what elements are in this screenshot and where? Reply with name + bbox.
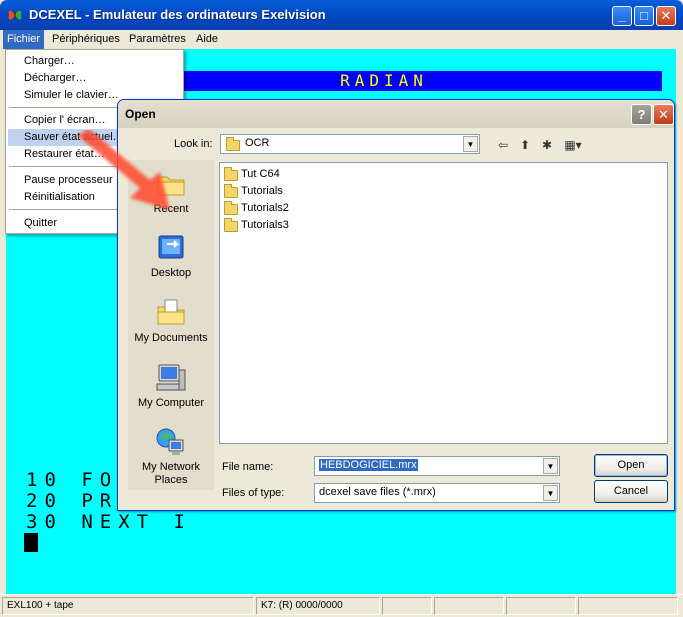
new-folder-icon[interactable]: ✱ [538,136,556,154]
file-name-value-wrap: HEBDOGICIEL.mrx [319,459,418,471]
place-my-documents[interactable]: My Documents [128,297,214,345]
menu-aide[interactable]: Aide [192,30,222,49]
files-of-type-combo[interactable]: dcexel save files (*.mrx) ▼ [314,483,560,503]
open-dialog: Open ? ✕ Look in: OCR ▼ ⇦ ⬆ ✱ ▦▾ Recent [117,99,675,511]
folder-icon [226,137,240,151]
file-name: Tut C64 [241,168,280,180]
folder-icon [224,201,238,215]
menu-fichier[interactable]: Fichier [3,30,45,49]
close-button[interactable]: ✕ [656,6,676,26]
look-in-label: Look in: [174,138,213,150]
file-name: Tutorials [241,185,283,197]
files-of-type-value: dcexel save files (*.mrx) [319,486,436,498]
dialog-title: Open [125,107,156,121]
desktop-icon [155,232,187,264]
status-cell-6 [578,597,678,615]
menu-peripheriques[interactable]: Périphériques [48,30,124,49]
recent-folder-icon [155,168,187,200]
dialog-title-bar[interactable]: Open ? ✕ [118,100,674,128]
open-button[interactable]: Open [594,454,668,477]
title-bar[interactable]: DCEXEL - Emulateur des ordinateurs Exelv… [0,0,683,30]
maximize-button[interactable]: □ [634,6,654,26]
file-name-combo[interactable]: HEBDOGICIEL.mrx ▼ [314,456,560,476]
my-network-places-icon [155,426,187,458]
place-desktop[interactable]: Desktop [128,232,214,280]
window-title: DCEXEL - Emulateur des ordinateurs Exelv… [29,7,326,22]
dialog-close-button[interactable]: ✕ [653,104,674,125]
folder-icon [224,184,238,198]
look-in-value: OCR [245,137,270,149]
status-cell-3 [382,597,432,615]
banner-text: RADIAN [340,71,428,90]
folder-icon [224,218,238,232]
place-my-computer[interactable]: My Computer [128,362,214,410]
file-list[interactable]: Tut C64 Tutorials Tutorials2 Tutorials3 [219,162,668,444]
my-documents-icon [155,297,187,329]
file-name-label: File name: [222,461,274,473]
dialog-help-button[interactable]: ? [631,104,652,125]
menu-parametres[interactable]: Paramètres [125,30,190,49]
app-butterfly-icon [8,10,22,20]
chevron-down-icon[interactable]: ▼ [463,136,478,152]
status-k7: K7: (R) 0000/0000 [256,597,380,615]
menu-item-decharger[interactable]: Décharger… [8,70,181,87]
place-my-documents-label: My Documents [134,332,208,344]
main-window: DCEXEL - Emulateur des ordinateurs Exelv… [0,0,683,617]
folder-icon [224,167,238,181]
minimize-button[interactable]: _ [612,6,632,26]
chevron-down-icon[interactable]: ▼ [543,458,558,474]
place-recent-label: Recent [153,203,189,215]
status-bar: EXL100 + tape K7: (R) 0000/0000 [0,594,683,617]
files-of-type-label: Files of type: [222,487,285,499]
terminal-line-3: 30 NEXT I [26,511,192,533]
text-cursor [24,533,38,552]
place-my-network-label: My Network Places [141,461,201,486]
status-cell-5 [506,597,576,615]
cancel-button[interactable]: Cancel [594,480,668,503]
banner: RADIAN [106,71,662,91]
views-menu-icon[interactable]: ▦▾ [560,136,586,154]
status-cell-4 [434,597,504,615]
file-name: Tutorials3 [241,219,289,231]
my-computer-icon [155,362,187,394]
file-name-value[interactable]: HEBDOGICIEL.mrx [319,459,418,471]
place-my-network[interactable]: My Network Places [128,426,214,487]
up-folder-icon[interactable]: ⬆ [516,136,534,154]
back-icon[interactable]: ⇦ [494,136,512,154]
menu-item-charger[interactable]: Charger… [8,53,181,70]
place-recent[interactable]: Recent [128,168,214,216]
status-machine: EXL100 + tape [2,597,254,615]
place-desktop-label: Desktop [150,267,192,279]
chevron-down-icon[interactable]: ▼ [543,485,558,501]
menu-bar: Fichier Périphériques Paramètres Aide [0,30,683,49]
look-in-combo[interactable]: OCR ▼ [220,134,480,154]
file-name: Tutorials2 [241,202,289,214]
place-my-computer-label: My Computer [137,397,205,409]
places-bar: Recent Desktop My Documents My Computer [128,160,214,490]
